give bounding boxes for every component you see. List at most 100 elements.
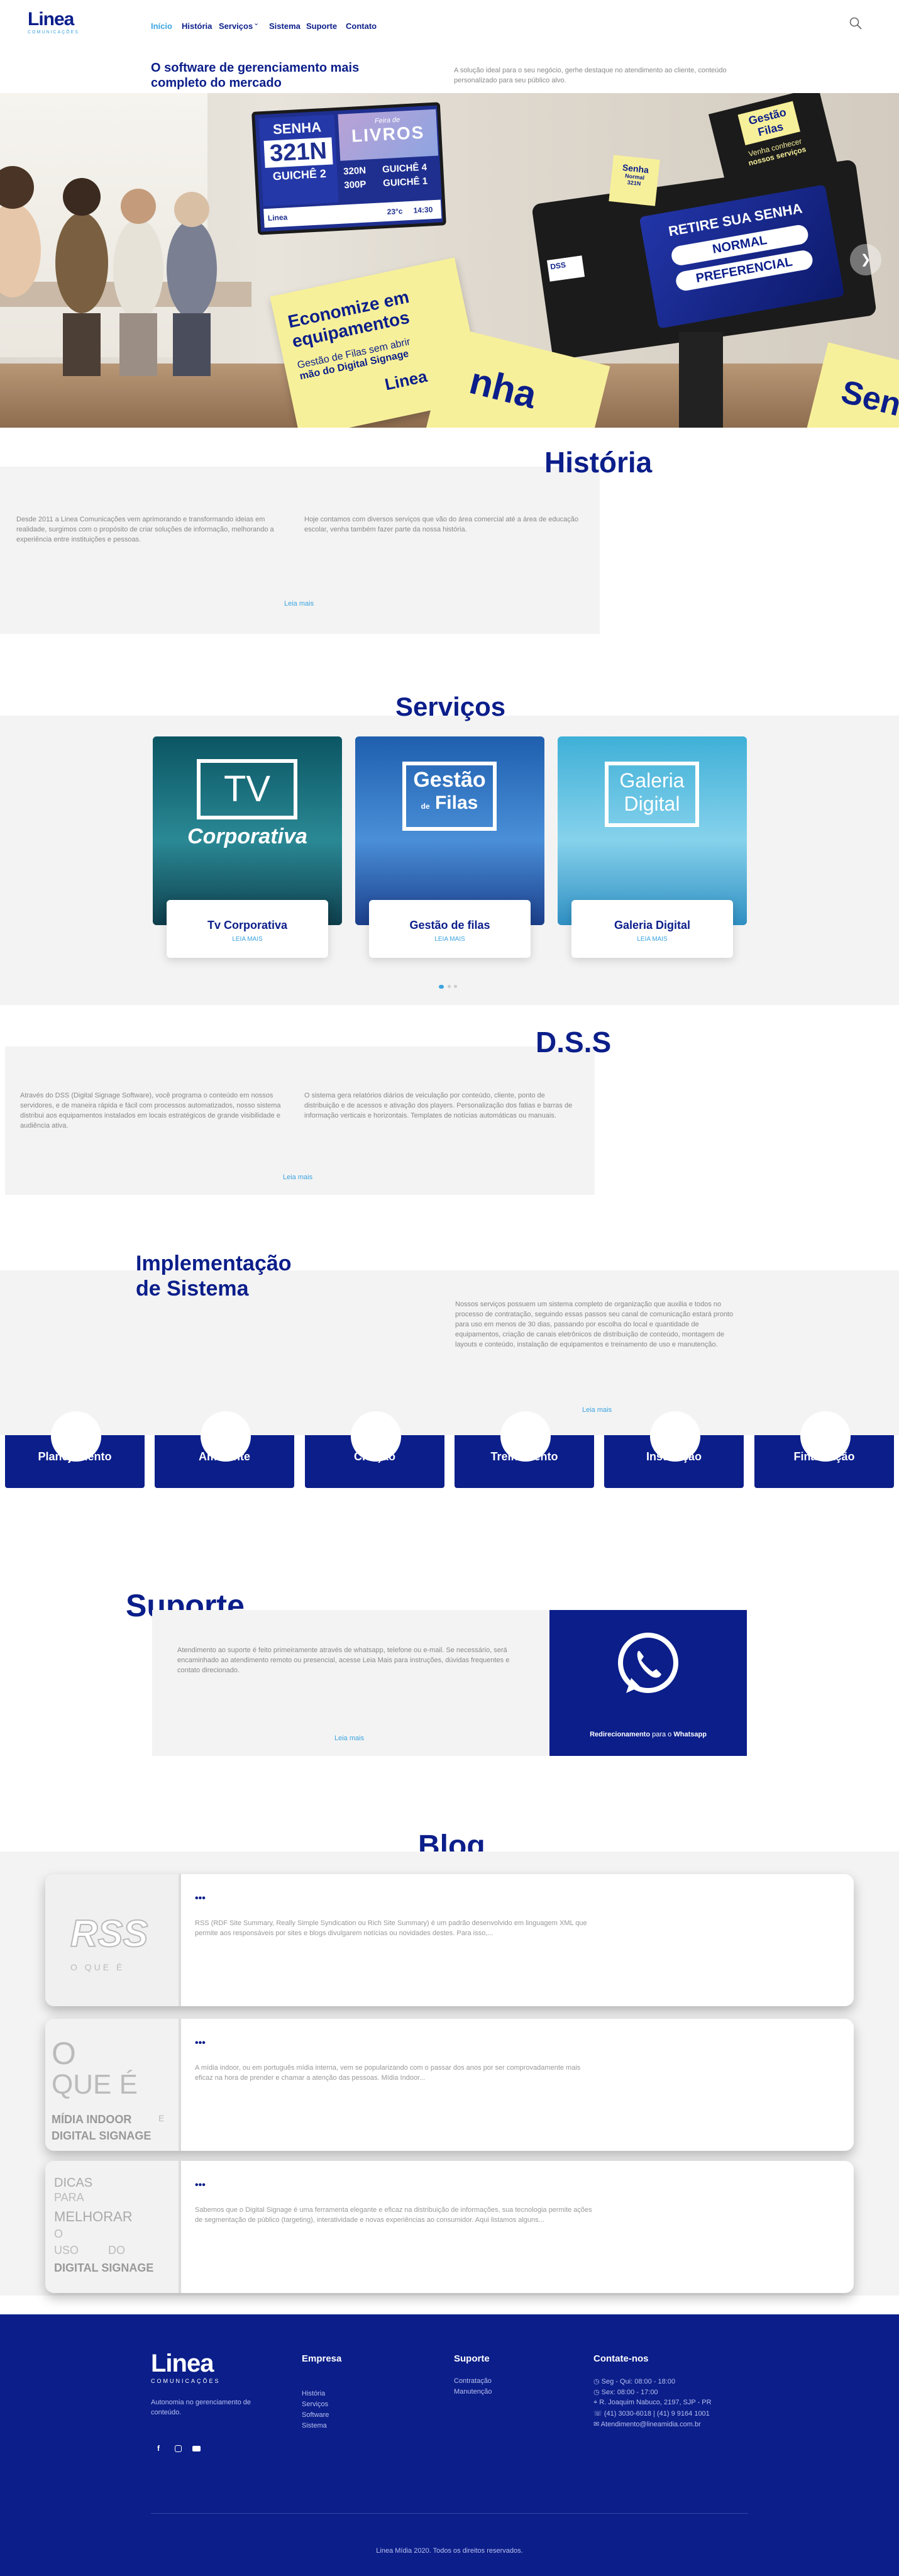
nav-contato[interactable]: Contato bbox=[346, 21, 377, 31]
blog-post-dots: ••• bbox=[195, 2180, 206, 2190]
implementacao-read-more[interactable]: Leia mais bbox=[582, 1406, 612, 1414]
step-ambiente[interactable]: Ambiente bbox=[155, 1411, 294, 1488]
blog-post-excerpt: A mídia indoor, ou em português mídia in… bbox=[195, 2064, 581, 2082]
service-link-tv[interactable]: LEIA MAIS bbox=[167, 936, 328, 943]
screen-time: 14:30 bbox=[413, 205, 433, 215]
footer-link-software[interactable]: Software bbox=[302, 2411, 329, 2419]
site-header: Linea COMUNICAÇÕES Início História Servi… bbox=[0, 0, 899, 50]
chevron-right-icon: ❯ bbox=[860, 253, 871, 267]
footer-contato-email[interactable]: ✉ Atendimento@lineamidia.com.br bbox=[593, 2420, 701, 2428]
sticky-senha: Senha Normal 321N bbox=[609, 155, 660, 206]
footer-link-manutencao[interactable]: Manutenção bbox=[454, 2388, 492, 2396]
step-label: Criação bbox=[353, 1450, 396, 1463]
historia-col1: Desde 2011 a Linea Comunicações vem apri… bbox=[16, 516, 274, 543]
queue-screen: SENHA 321N GUICHÊ 2 Feira de LIVROS 320N… bbox=[251, 102, 446, 235]
blog-post[interactable]: RSS O QUE É ••• RSS (RDF Site Summary, R… bbox=[45, 1874, 854, 2006]
gestao-art-de: de bbox=[421, 802, 430, 811]
thumb-o: O bbox=[52, 2036, 76, 2071]
footer-contato-address[interactable]: ⌖ R. Joaquim Nabuco, 2197, SJP - PR bbox=[593, 2399, 712, 2407]
carousel-dot[interactable] bbox=[448, 985, 451, 988]
carousel-dot-active[interactable] bbox=[439, 985, 444, 989]
service-link-gestao[interactable]: LEIA MAIS bbox=[369, 936, 531, 943]
historia-title: História bbox=[544, 446, 653, 479]
dss-title: D.S.S bbox=[536, 1026, 612, 1058]
blog-thumb-rss: RSS O QUE É bbox=[45, 1874, 181, 2006]
nav-inicio[interactable]: Início bbox=[151, 21, 172, 31]
footer-contato-address-text: R. Joaquim Nabuco, 2197, SJP - PR bbox=[599, 2399, 712, 2406]
hero-banner: SENHA 321N GUICHÊ 2 Feira de LIVROS 320N… bbox=[0, 93, 899, 428]
suporte-read-more[interactable]: Leia mais bbox=[334, 1735, 364, 1742]
site-footer: Linea COMUNICAÇÕES Autonomia no gerencia… bbox=[0, 2314, 899, 2576]
footer-contato-email-text: Atendimento@lineamidia.com.br bbox=[600, 2421, 701, 2428]
blog-post[interactable]: DICAS PARA MELHORAR O USO DO DIGITAL SIG… bbox=[45, 2161, 854, 2293]
blog-thumb-midia-indoor: O QUE É MÍDIA INDOOR E DIGITAL SIGNAGE bbox=[45, 2019, 181, 2151]
footer-link-sistema[interactable]: Sistema bbox=[302, 2422, 327, 2429]
historia-box bbox=[0, 467, 600, 634]
dss-col1: Através do DSS (Digital Signage Software… bbox=[20, 1092, 281, 1130]
whatsapp-caption-bold: Redirecionamento bbox=[590, 1731, 651, 1738]
thumb-digital-signage: DIGITAL SIGNAGE bbox=[52, 2129, 152, 2142]
footer-contato-hours1-text: Seg - Qui: 08:00 - 18:00 bbox=[601, 2378, 676, 2385]
step-criacao[interactable]: Criação bbox=[305, 1411, 444, 1488]
step-treinamento[interactable]: Treinamento bbox=[455, 1411, 594, 1488]
step-instalacao[interactable]: Instalação bbox=[604, 1411, 744, 1488]
mail-icon: ✉ bbox=[593, 2421, 601, 2428]
dss-read-more[interactable]: Leia mais bbox=[283, 1174, 312, 1181]
service-caption-galeria[interactable]: Galeria Digital LEIA MAIS bbox=[571, 900, 733, 958]
thumb-dicas: DICAS bbox=[54, 2176, 93, 2190]
service-card-galeria[interactable]: Galeria Digital bbox=[558, 736, 747, 925]
service-caption-gestao[interactable]: Gestão de filas LEIA MAIS bbox=[369, 900, 531, 958]
service-link-galeria[interactable]: LEIA MAIS bbox=[571, 936, 733, 943]
logo[interactable]: Linea COMUNICAÇÕES bbox=[28, 10, 103, 38]
footer-link-contratacao[interactable]: Contratação bbox=[454, 2377, 492, 2385]
youtube-icon[interactable] bbox=[192, 2446, 201, 2451]
service-card-gestao[interactable]: Gestão de Filas bbox=[355, 736, 544, 925]
footer-contato-hours2: ◷ Sex: 08:00 - 17:00 bbox=[593, 2388, 658, 2396]
blog-post-excerpt: RSS (RDF Site Summary, Really Simple Syn… bbox=[195, 1919, 587, 1937]
kiosk-stand bbox=[679, 332, 723, 428]
thumb-que-e: QUE É bbox=[52, 2069, 138, 2100]
thumb-o2: O bbox=[54, 2228, 63, 2240]
historia-read-more[interactable]: Leia mais bbox=[284, 600, 314, 608]
tv-art: TV bbox=[197, 759, 297, 819]
service-card-tv[interactable]: TV Corporativa bbox=[153, 736, 342, 925]
blog-post[interactable]: O QUE É MÍDIA INDOOR E DIGITAL SIGNAGE •… bbox=[45, 2019, 854, 2151]
people-illustration bbox=[0, 137, 251, 376]
footer-link-historia[interactable]: História bbox=[302, 2390, 325, 2397]
galeria-art: Galeria Digital bbox=[605, 762, 699, 827]
big-note-text-1: nha bbox=[465, 359, 541, 417]
nav-sistema[interactable]: Sistema bbox=[269, 21, 301, 31]
footer-link-servicos[interactable]: Serviços bbox=[302, 2401, 328, 2408]
footer-tagline: Autonomia no gerenciamento de conteúdo. bbox=[151, 2399, 251, 2416]
instagram-icon[interactable] bbox=[175, 2445, 182, 2452]
search-icon[interactable] bbox=[849, 16, 863, 30]
screen-promo-big: LIVROS bbox=[351, 122, 426, 146]
blog-post-dots: ••• bbox=[195, 1893, 206, 1904]
step-planejamento[interactable]: Planejamento bbox=[5, 1411, 145, 1488]
thumb-digital-signage-2: DIGITAL SIGNAGE bbox=[54, 2262, 154, 2274]
footer-contato-phone[interactable]: ☏ (41) 3030-6018 | (41) 9 9164 1001 bbox=[593, 2409, 710, 2418]
nav-suporte[interactable]: Suporte bbox=[306, 21, 337, 31]
facebook-icon[interactable]: f bbox=[157, 2444, 160, 2453]
nav-servicos[interactable]: Serviços bbox=[219, 21, 253, 31]
carousel-dot[interactable] bbox=[454, 985, 457, 988]
footer-contato-phone-text: (41) 3030-6018 | (41) 9 9164 1001 bbox=[604, 2410, 710, 2418]
logo-word: Linea bbox=[28, 9, 74, 30]
footer-logo[interactable]: Linea COMUNICAÇÕES bbox=[151, 2350, 245, 2387]
nav-historia[interactable]: História bbox=[182, 21, 212, 31]
step-finalizacao[interactable]: Finalização bbox=[754, 1411, 894, 1488]
screen-row1-left: 320N bbox=[343, 165, 367, 177]
galeria-art-text1: Galeria bbox=[619, 769, 685, 792]
footer-copyright: Linea Mídia 2020. Todos os direitos rese… bbox=[376, 2547, 523, 2555]
clock-icon: ◷ bbox=[593, 2389, 602, 2396]
gestao-art-filas: Filas bbox=[434, 792, 478, 813]
whatsapp-box[interactable]: Redirecionamento para o Whatsapp bbox=[549, 1610, 747, 1756]
thumb-para: PARA bbox=[54, 2191, 84, 2204]
screen-senha-number: 321N bbox=[263, 137, 333, 168]
service-caption-tv[interactable]: Tv Corporativa LEIA MAIS bbox=[167, 900, 328, 958]
whatsapp-caption: Redirecionamento para o Whatsapp bbox=[549, 1731, 747, 1738]
screen-row2-right: GUICHÊ 1 bbox=[382, 175, 428, 189]
tv-art-text: TV bbox=[223, 769, 271, 809]
footer-logo-word: Linea bbox=[151, 2350, 214, 2377]
next-slide-button[interactable]: ❯ bbox=[850, 244, 881, 275]
